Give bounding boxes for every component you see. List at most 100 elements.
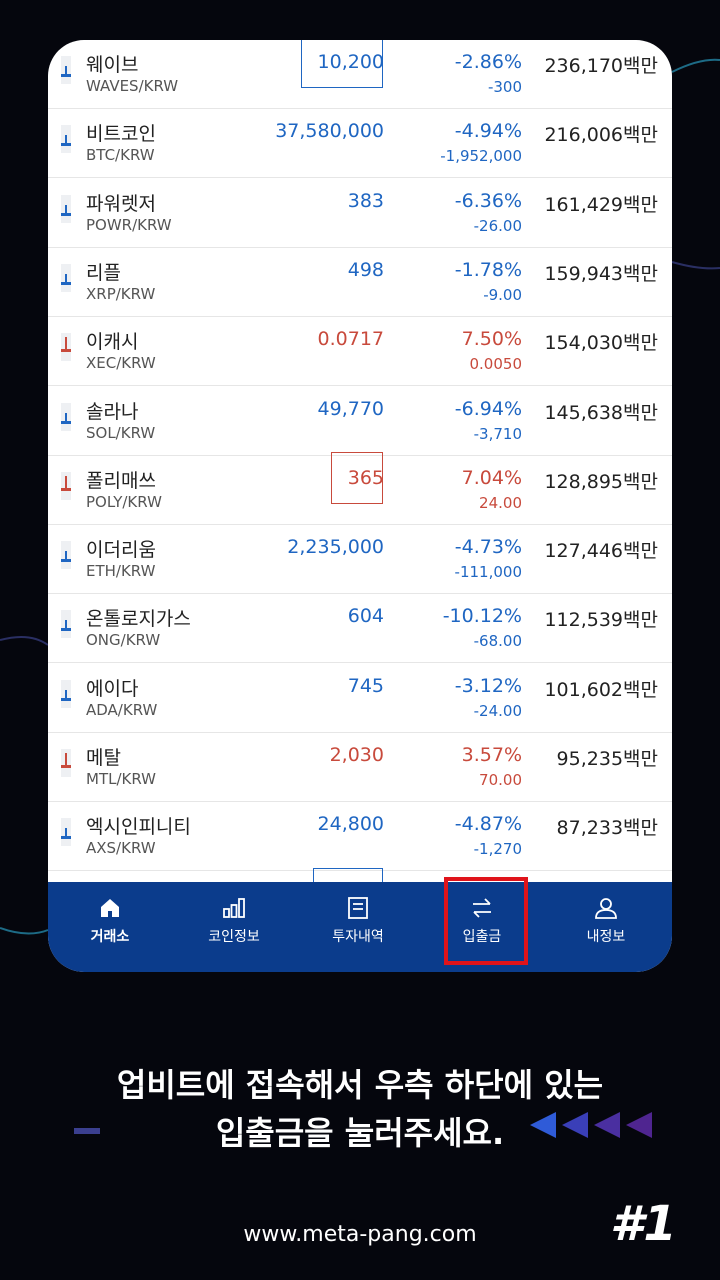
coin-row[interactable]: 파워렛저 POWR/KRW 383 -6.36% -26.00 161,429백만 (48, 179, 672, 248)
coin-price: 383 (347, 190, 384, 212)
coin-name: 메탈 (86, 747, 121, 769)
coin-price: 2,030 (329, 744, 384, 766)
user-icon (595, 898, 617, 919)
coin-price: 498 (347, 259, 384, 281)
coin-row[interactable]: 이캐시 XEC/KRW 0.0717 7.50% 0.0050 154,030백만 (48, 317, 672, 386)
coin-name: 온톨로지가스 (86, 608, 191, 630)
coin-row[interactable]: 리플 XRP/KRW 498 -1.78% -9.00 159,943백만 (48, 248, 672, 317)
coin-change-percent: 7.04% (461, 467, 522, 489)
coin-change-amount: -9.00 (483, 286, 522, 304)
coin-volume-unit: 백만 (623, 194, 658, 216)
coin-symbol: ETH/KRW (86, 562, 156, 580)
coin-change-percent: -1.78% (454, 259, 522, 281)
coin-price: 49,770 (317, 398, 384, 420)
mini-candle-icon (61, 403, 71, 431)
mini-candle-icon (61, 56, 71, 84)
nav-investments[interactable]: 투자내역 (296, 882, 420, 972)
coin-name: 솔라나 (86, 401, 139, 423)
coin-change-amount: -1,270 (473, 840, 522, 858)
coin-change-amount: -26.00 (473, 217, 522, 235)
coin-symbol: ONG/KRW (86, 631, 161, 649)
coin-price: 37,580,000 (275, 120, 384, 142)
coin-change-percent: -4.73% (454, 536, 522, 558)
coin-name: 비트코인 (86, 123, 156, 145)
instruction-line-1: 업비트에 접속해서 우측 하단에 있는 (116, 1066, 604, 1104)
nav-label-coin-info: 코인정보 (208, 929, 260, 945)
nav-coin-info[interactable]: 코인정보 (172, 882, 296, 972)
coin-volume: 127,446백만 (544, 536, 658, 563)
mini-candle-icon (61, 749, 71, 777)
coin-change-percent: -3.12% (454, 675, 522, 697)
coin-price: 745 (347, 675, 384, 697)
nav-exchange[interactable]: 거래소 (48, 882, 172, 972)
coin-symbol: MTL/KRW (86, 770, 156, 788)
coin-change-amount: 70.00 (479, 771, 522, 789)
mini-candle-icon (61, 610, 71, 638)
coin-volume-unit: 백만 (623, 332, 658, 354)
coin-row[interactable]: 온톨로지가스 ONG/KRW 604 -10.12% -68.00 112,539백만 (48, 594, 672, 663)
coin-volume-unit: 백만 (623, 55, 658, 77)
coin-symbol: XRP/KRW (86, 285, 156, 303)
coin-volume: 161,429백만 (544, 190, 658, 217)
price-flash-box (301, 40, 383, 88)
mini-candle-icon (61, 125, 71, 153)
coin-volume-unit: 백만 (623, 679, 658, 701)
coin-volume-unit: 백만 (623, 540, 658, 562)
coin-price: 24,800 (317, 813, 384, 835)
coin-name: 이캐시 (86, 331, 139, 353)
coin-volume-unit: 백만 (623, 471, 658, 493)
coin-name: 리플 (86, 262, 121, 284)
coin-row[interactable]: 비트코인 BTC/KRW 37,580,000 -4.94% -1,952,000 216… (48, 109, 672, 178)
coin-row[interactable]: 메탈 MTL/KRW 2,030 3.57% 70.00 95,235백만 (48, 733, 672, 802)
home-icon (101, 899, 119, 917)
coin-change-amount: -1,952,000 (440, 147, 522, 165)
accent-dash (74, 1128, 100, 1134)
coin-volume-value: 95,235 (556, 748, 624, 770)
coin-volume-unit: 백만 (623, 817, 658, 839)
mini-candle-icon (61, 541, 71, 569)
coin-name: 폴리매쓰 (86, 470, 156, 492)
coin-volume-unit: 백만 (623, 609, 658, 631)
coin-volume-value: 159,943 (544, 263, 624, 285)
coin-volume-value: 112,539 (544, 609, 624, 631)
coin-name: 에이다 (86, 678, 139, 700)
coin-volume: 128,895백만 (544, 467, 658, 494)
coin-volume-value: 161,429 (544, 194, 624, 216)
coin-change-percent: -6.36% (454, 190, 522, 212)
coin-volume-value: 145,638 (544, 402, 624, 424)
coin-name: 웨이브 (86, 54, 139, 76)
coin-volume: 87,233백만 (557, 813, 658, 840)
coin-volume: 159,943백만 (544, 259, 658, 286)
coin-change-amount: -300 (487, 78, 522, 96)
coin-price: 0.0717 (317, 328, 384, 350)
coin-row[interactable]: 에이다 ADA/KRW 745 -3.12% -24.00 101,602백만 (48, 664, 672, 733)
coin-change-amount: 24.00 (479, 494, 522, 512)
coin-row[interactable]: 이더리움 ETH/KRW 2,235,000 -4.73% -111,000 127,44… (48, 525, 672, 594)
coin-name: 엑시인피니티 (86, 816, 191, 838)
coin-list: 웨이브 WAVES/KRW 10,200 -2.86% -300 236,170백만 비트코… (48, 40, 672, 882)
phone-screen: 웨이브 WAVES/KRW 10,200 -2.86% -300 236,170백만 비트코… (48, 40, 672, 972)
coin-volume-unit: 백만 (623, 263, 658, 285)
coin-symbol: XEC/KRW (86, 354, 156, 372)
coin-change-amount: -24.00 (473, 702, 522, 720)
arrow-triangles-icon (530, 1112, 652, 1138)
coin-row[interactable]: 솔라나 SOL/KRW 49,770 -6.94% -3,710 145,638백만 (48, 387, 672, 456)
coin-volume-value: 236,170 (544, 55, 624, 77)
highlight-box (444, 877, 528, 965)
bottom-nav: 거래소 코인정보 투자내역 입출금 내정보 (48, 882, 672, 972)
price-flash-box (313, 868, 383, 882)
coin-change-percent: -4.87% (454, 813, 522, 835)
coin-row[interactable]: 엑시인피니티 AXS/KRW 24,800 -4.87% -1,270 87,233백만 (48, 802, 672, 871)
mini-candle-icon (61, 195, 71, 223)
coin-volume: 145,638백만 (544, 398, 658, 425)
coin-symbol: POLY/KRW (86, 493, 162, 511)
coin-volume: 236,170백만 (544, 51, 658, 78)
nav-label-investments: 투자내역 (332, 929, 384, 945)
coin-volume-value: 128,895 (544, 471, 624, 493)
step-number: #1 (610, 1196, 677, 1252)
coin-volume-unit: 백만 (623, 402, 658, 424)
nav-my-info[interactable]: 내정보 (544, 882, 668, 972)
coin-volume: 101,602백만 (544, 675, 658, 702)
bar-chart-icon (223, 898, 245, 918)
nav-label-my-info: 내정보 (586, 929, 626, 945)
